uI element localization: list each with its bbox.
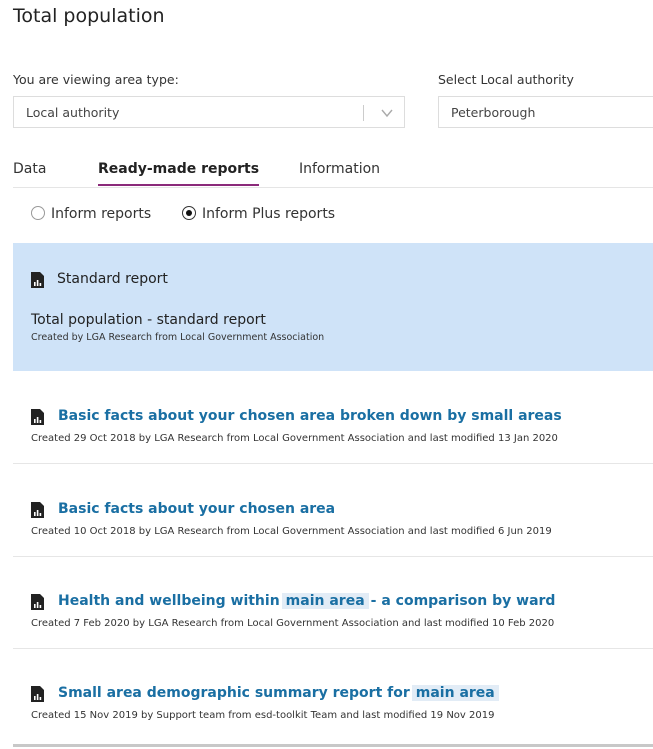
- report-item: Basic facts about your chosen area Creat…: [13, 501, 653, 557]
- chevron-down-icon[interactable]: [380, 106, 394, 120]
- standard-report-card[interactable]: Standard report Total population - stand…: [13, 243, 653, 371]
- area-placeholder-highlight: main area: [411, 685, 499, 701]
- report-document-icon: [31, 272, 44, 288]
- area-type-select[interactable]: Local authority: [13, 96, 405, 128]
- report-title-link[interactable]: Basic facts about your chosen area: [58, 501, 335, 517]
- radio-button-icon[interactable]: [31, 206, 45, 220]
- tab-ready-made-reports[interactable]: Ready-made reports: [98, 161, 260, 186]
- area-placeholder-highlight: main area: [281, 593, 369, 609]
- report-title-link[interactable]: Small area demographic summary report fo…: [58, 685, 501, 701]
- standard-report-meta: Created by LGA Research from Local Gover…: [31, 332, 325, 343]
- radio-button-selected-icon[interactable]: [182, 206, 196, 220]
- report-document-icon: [31, 502, 44, 518]
- standard-report-label: Standard report: [57, 271, 168, 287]
- radio-inform-reports[interactable]: Inform reports: [31, 206, 151, 222]
- bottom-border: [13, 744, 653, 747]
- local-authority-value: Peterborough: [451, 105, 536, 120]
- area-type-value: Local authority: [26, 105, 120, 120]
- standard-report-title[interactable]: Total population - standard report: [31, 312, 266, 328]
- select-divider: [363, 105, 364, 121]
- tab-bar: Data Ready-made reports Information: [13, 159, 653, 188]
- report-meta: Created 29 Oct 2018 by LGA Research from…: [31, 433, 558, 444]
- report-meta: Created 10 Oct 2018 by LGA Research from…: [31, 526, 552, 537]
- report-title-link[interactable]: Basic facts about your chosen area broke…: [58, 408, 562, 424]
- tab-data[interactable]: Data: [13, 161, 46, 177]
- report-item: Health and wellbeing within main area - a …: [13, 593, 653, 649]
- report-meta: Created 7 Feb 2020 by LGA Research from …: [31, 618, 555, 629]
- radio-label: Inform reports: [51, 206, 152, 222]
- area-type-label: You are viewing area type:: [13, 72, 179, 87]
- page-title: Total population: [13, 5, 165, 27]
- report-document-icon: [31, 409, 44, 425]
- tab-information[interactable]: Information: [299, 161, 380, 177]
- local-authority-label: Select Local authority: [438, 72, 574, 87]
- report-item: Basic facts about your chosen area broke…: [13, 408, 653, 464]
- local-authority-select[interactable]: Peterborough: [438, 96, 653, 128]
- report-meta: Created 15 Nov 2019 by Support team from…: [31, 710, 495, 721]
- report-document-icon: [31, 686, 44, 702]
- report-title-link[interactable]: Health and wellbeing within main area - a …: [58, 593, 555, 609]
- radio-label: Inform Plus reports: [202, 206, 336, 222]
- radio-inform-plus-reports[interactable]: Inform Plus reports: [182, 206, 335, 222]
- report-item: Small area demographic summary report fo…: [13, 685, 653, 725]
- report-document-icon: [31, 594, 44, 610]
